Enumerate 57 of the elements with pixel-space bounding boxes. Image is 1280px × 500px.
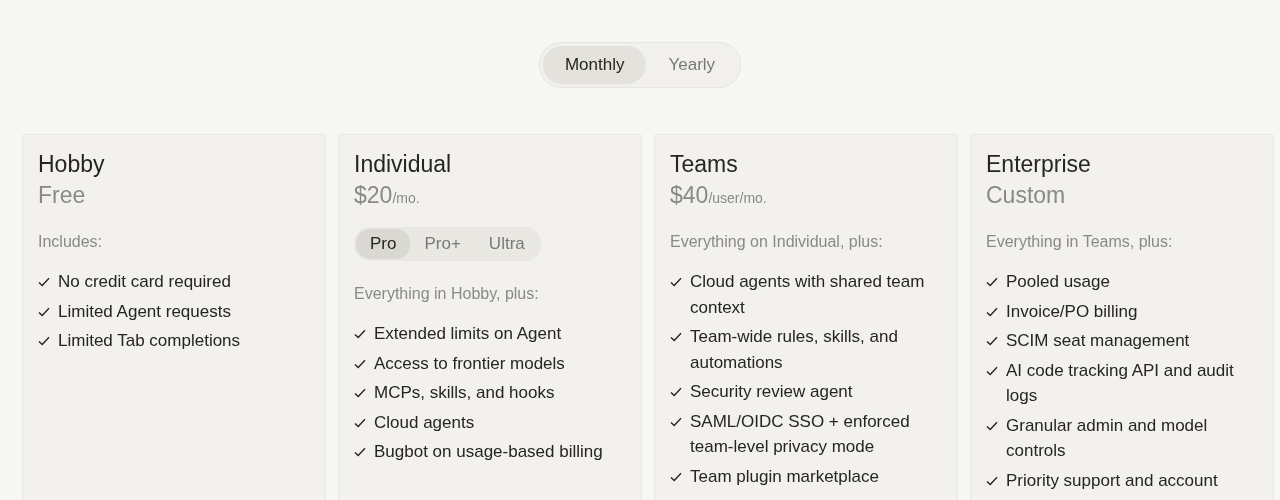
feature-text: Bugbot on usage-based billing <box>374 441 603 463</box>
feature-text: Granular admin and model controls <box>1006 414 1209 462</box>
plan-name: Hobby <box>38 151 106 178</box>
check-icon <box>670 416 682 427</box>
feature-text: Limited Tab completions <box>58 330 241 352</box>
check-icon <box>38 336 50 346</box>
plan-price: Custom <box>986 182 1066 209</box>
feature-text: MCPs, skills, and hooks <box>374 382 555 404</box>
check-icon <box>354 447 366 457</box>
tier-tab[interactable]: Ultra <box>474 229 539 259</box>
features-intro: Everything in Teams, plus: <box>986 233 1174 251</box>
plan-name: Individual <box>354 151 453 178</box>
check-icon <box>670 277 682 287</box>
features-intro: Everything in Hobby, plus: <box>354 285 540 303</box>
check-icon <box>986 306 998 317</box>
feature-text: Pooled usage <box>1006 271 1110 293</box>
feature-text: Cloud agents <box>374 411 475 434</box>
plan-name: Enterprise <box>986 151 1092 178</box>
check-icon <box>670 471 682 482</box>
price-unit: /user/mo. <box>708 190 767 206</box>
plan-price: $40 <box>670 182 709 209</box>
feature-text: Invoice/PO billing <box>1006 300 1138 323</box>
check-icon <box>670 387 682 397</box>
plan-price: $20 <box>354 182 393 209</box>
feature-text: Security review agent <box>690 381 853 403</box>
feature-text: AI code tracking API and audit logs <box>1006 359 1235 407</box>
feature-text: Team plugin marketplace <box>690 465 879 488</box>
plan-name: Teams <box>670 151 739 178</box>
features-intro: Everything on Individual, plus: <box>670 233 884 251</box>
feature-text: Access to frontier models <box>374 352 565 375</box>
plan-price: Free <box>38 182 86 209</box>
billing-tab[interactable]: Monthly <box>542 46 647 84</box>
feature-text: Extended limits on Agent <box>374 323 562 345</box>
check-icon <box>354 329 366 339</box>
check-icon <box>38 306 50 317</box>
feature-text: Team-wide rules, skills, and automations <box>690 326 899 374</box>
check-icon <box>986 420 998 431</box>
check-icon <box>670 332 682 342</box>
feature-text: Cloud agents with shared team context <box>690 271 926 319</box>
check-icon <box>354 388 366 398</box>
check-icon <box>986 365 998 376</box>
tier-tab[interactable]: Pro <box>356 229 411 259</box>
tier-tab[interactable]: Pro+ <box>410 229 475 259</box>
features-intro: Includes: <box>38 233 104 251</box>
feature-text: No credit card required <box>58 271 231 293</box>
feature-text: Limited Agent requests <box>58 300 231 323</box>
feature-text: Priority support and account <box>1006 469 1218 492</box>
check-icon <box>354 417 366 428</box>
check-icon <box>38 277 50 287</box>
price-unit: /mo. <box>392 190 420 206</box>
billing-tab[interactable]: Yearly <box>646 46 738 84</box>
feature-text: SAML/OIDC SSO + enforced team-level privacy mode <box>690 410 911 458</box>
feature-text: SCIM seat management <box>1006 330 1190 352</box>
check-icon <box>986 277 998 287</box>
check-icon <box>986 336 998 346</box>
check-icon <box>986 475 998 486</box>
check-icon <box>354 358 366 369</box>
